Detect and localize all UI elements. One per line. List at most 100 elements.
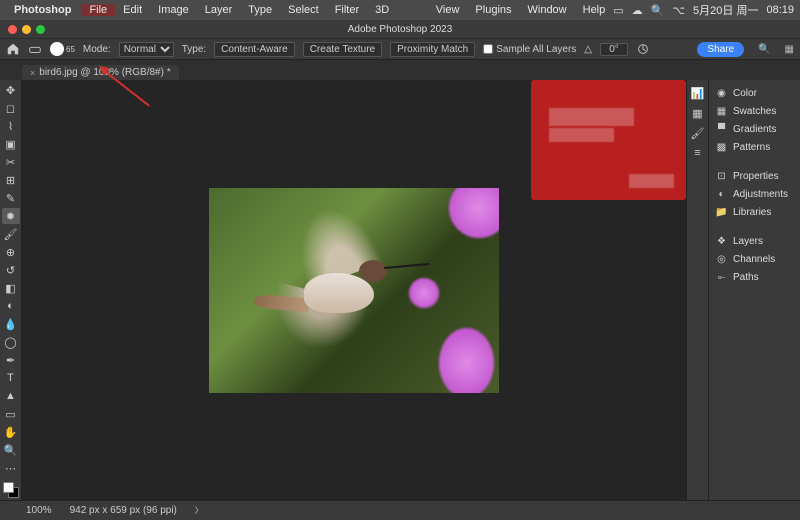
menu-help[interactable]: Help [575, 4, 614, 16]
mode-select[interactable]: Normal [119, 42, 174, 57]
healing-brush-tool-icon[interactable]: ✹ [2, 208, 20, 224]
gradient-tool-icon[interactable]: ◐ [2, 298, 20, 314]
status-dimensions[interactable]: 942 px x 659 px (96 ppi) [70, 505, 177, 516]
app-name[interactable]: Photoshop [14, 4, 71, 16]
clone-stamp-tool-icon[interactable]: ⊕ [2, 244, 20, 260]
menubar-time[interactable]: 08:19 [766, 4, 794, 16]
menu-window[interactable]: Window [520, 4, 575, 16]
menu-select[interactable]: Select [280, 4, 327, 16]
pen-tool-icon[interactable]: ✒ [2, 352, 20, 368]
properties-icon: ⊡ [715, 170, 728, 183]
tools-panel: ✥ ◻ ⌇ ▣ ✂ ⊞ ✎ ✹ 🖌 ⊕ ↺ ◧ ◐ 💧 ◯ ✒ T ▲ ▭ ✋ … [0, 80, 22, 500]
canvas-area[interactable] [22, 80, 686, 500]
panel-label: Patterns [733, 142, 770, 153]
path-select-tool-icon[interactable]: ▲ [2, 388, 20, 404]
edit-toolbar-icon[interactable]: ⋯ [2, 460, 20, 476]
panel-swatches[interactable]: ▦ Swatches [709, 104, 800, 119]
panel-label: Channels [733, 254, 775, 265]
panel-patterns[interactable]: ▩ Patterns [709, 140, 800, 155]
menu-file[interactable]: File [81, 4, 115, 16]
menu-image[interactable]: Image [150, 4, 197, 16]
panel-color[interactable]: ◉ Color [709, 86, 800, 101]
marquee-tool-icon[interactable]: ◻ [2, 100, 20, 116]
menubar-date[interactable]: 5月20日 周一 [693, 2, 758, 18]
move-tool-icon[interactable]: ✥ [2, 82, 20, 98]
panel-properties[interactable]: ⊡Properties [709, 169, 800, 184]
cloud-icon[interactable]: ☁ [632, 4, 643, 17]
window-titlebar: Adobe Photoshop 2023 [0, 20, 800, 38]
tab-close-icon[interactable]: × [30, 68, 35, 78]
create-texture-button[interactable]: Create Texture [303, 42, 382, 57]
search-icon[interactable]: 🔍 [651, 4, 665, 17]
panel-dock: ◉Color ▦Swatches ▀Gradients ▩Patterns ⊡P… [708, 80, 800, 500]
histogram-icon[interactable]: 📊 [690, 86, 706, 100]
panel-gradients[interactable]: ▀Gradients [709, 122, 800, 137]
document-canvas[interactable] [209, 188, 499, 393]
workspace-icon[interactable]: ▦ [785, 44, 794, 55]
mode-label: Mode: [83, 44, 111, 55]
macos-menubar: Photoshop File Edit Image Layer Type Sel… [0, 0, 800, 20]
status-zoom[interactable]: 100% [26, 505, 52, 516]
options-bar: 65 Mode: Normal Type: Content-Aware Crea… [0, 38, 800, 60]
home-icon[interactable] [6, 42, 20, 56]
type-tool-icon[interactable]: T [2, 370, 20, 386]
panel-label: Color [733, 88, 757, 99]
libraries-icon: 📁 [715, 206, 728, 219]
angle-value[interactable]: 0° [600, 43, 628, 56]
status-chevron-icon[interactable]: 〉 [195, 505, 203, 516]
control-center-icon[interactable]: ⌥ [672, 4, 685, 17]
menu-view[interactable]: View [428, 4, 468, 16]
share-button[interactable]: Share [697, 42, 744, 57]
color-icon: ◉ [715, 87, 728, 100]
crop-tool-icon[interactable]: ✂ [2, 154, 20, 170]
panel-label: Swatches [733, 106, 776, 117]
menu-edit[interactable]: Edit [115, 4, 150, 16]
color-swatch[interactable] [3, 482, 19, 498]
brush-tool-icon[interactable]: 🖌 [2, 226, 20, 242]
tool-preset-icon[interactable] [28, 42, 42, 56]
history-brush-tool-icon[interactable]: ↺ [2, 262, 20, 278]
patterns-icon: ▩ [715, 141, 728, 154]
layers-icon: ❖ [715, 235, 728, 248]
type-content-aware-button[interactable]: Content-Aware [214, 42, 295, 57]
panel-adjustments[interactable]: ◐Adjustments [709, 187, 800, 202]
brush-settings-icon[interactable]: 🖌 [690, 126, 706, 140]
menu-plugins[interactable]: Plugins [467, 4, 519, 16]
panel-label: Adjustments [733, 189, 788, 200]
hand-tool-icon[interactable]: ✋ [2, 424, 20, 440]
close-icon[interactable] [8, 25, 17, 34]
frame-tool-icon[interactable]: ⊞ [2, 172, 20, 188]
object-select-tool-icon[interactable]: ▣ [2, 136, 20, 152]
pressure-icon[interactable] [636, 42, 650, 56]
panel-libraries[interactable]: 📁Libraries [709, 205, 800, 220]
angle-icon[interactable]: △ [584, 44, 592, 55]
eyedropper-tool-icon[interactable]: ✎ [2, 190, 20, 206]
panel-channels[interactable]: ◎Channels [709, 252, 800, 267]
menu-type[interactable]: Type [240, 4, 280, 16]
dodge-tool-icon[interactable]: ◯ [2, 334, 20, 350]
menu-filter[interactable]: Filter [327, 4, 367, 16]
battery-icon[interactable]: ▭ [613, 4, 623, 17]
document-tab[interactable]: × bird6.jpg @ 100% (RGB/8#) * [22, 65, 179, 80]
panel-paths[interactable]: ⟜Paths [709, 270, 800, 285]
minimize-icon[interactable] [22, 25, 31, 34]
document-tab-bar: × bird6.jpg @ 100% (RGB/8#) * [0, 60, 800, 80]
menu-3d[interactable]: 3D [367, 4, 397, 16]
eraser-tool-icon[interactable]: ◧ [2, 280, 20, 296]
search-tool-icon[interactable]: 🔍 [758, 44, 770, 55]
lasso-tool-icon[interactable]: ⌇ [2, 118, 20, 134]
swatches-icon: ▦ [715, 105, 728, 118]
info-icon[interactable]: ▦ [690, 106, 706, 120]
brush-preview-icon[interactable] [50, 42, 64, 56]
menu-layer[interactable]: Layer [197, 4, 241, 16]
blur-tool-icon[interactable]: 💧 [2, 316, 20, 332]
proximity-match-button[interactable]: Proximity Match [390, 42, 475, 57]
zoom-tool-icon[interactable]: 🔍 [2, 442, 20, 458]
sample-all-layers-checkbox[interactable]: Sample All Layers [483, 44, 576, 55]
zoom-icon[interactable] [36, 25, 45, 34]
rectangle-tool-icon[interactable]: ▭ [2, 406, 20, 422]
window-title: Adobe Photoshop 2023 [348, 24, 453, 35]
adjustments-mini-icon[interactable]: ≡ [690, 146, 706, 160]
panel-label: Paths [733, 272, 759, 283]
panel-layers[interactable]: ❖Layers [709, 234, 800, 249]
